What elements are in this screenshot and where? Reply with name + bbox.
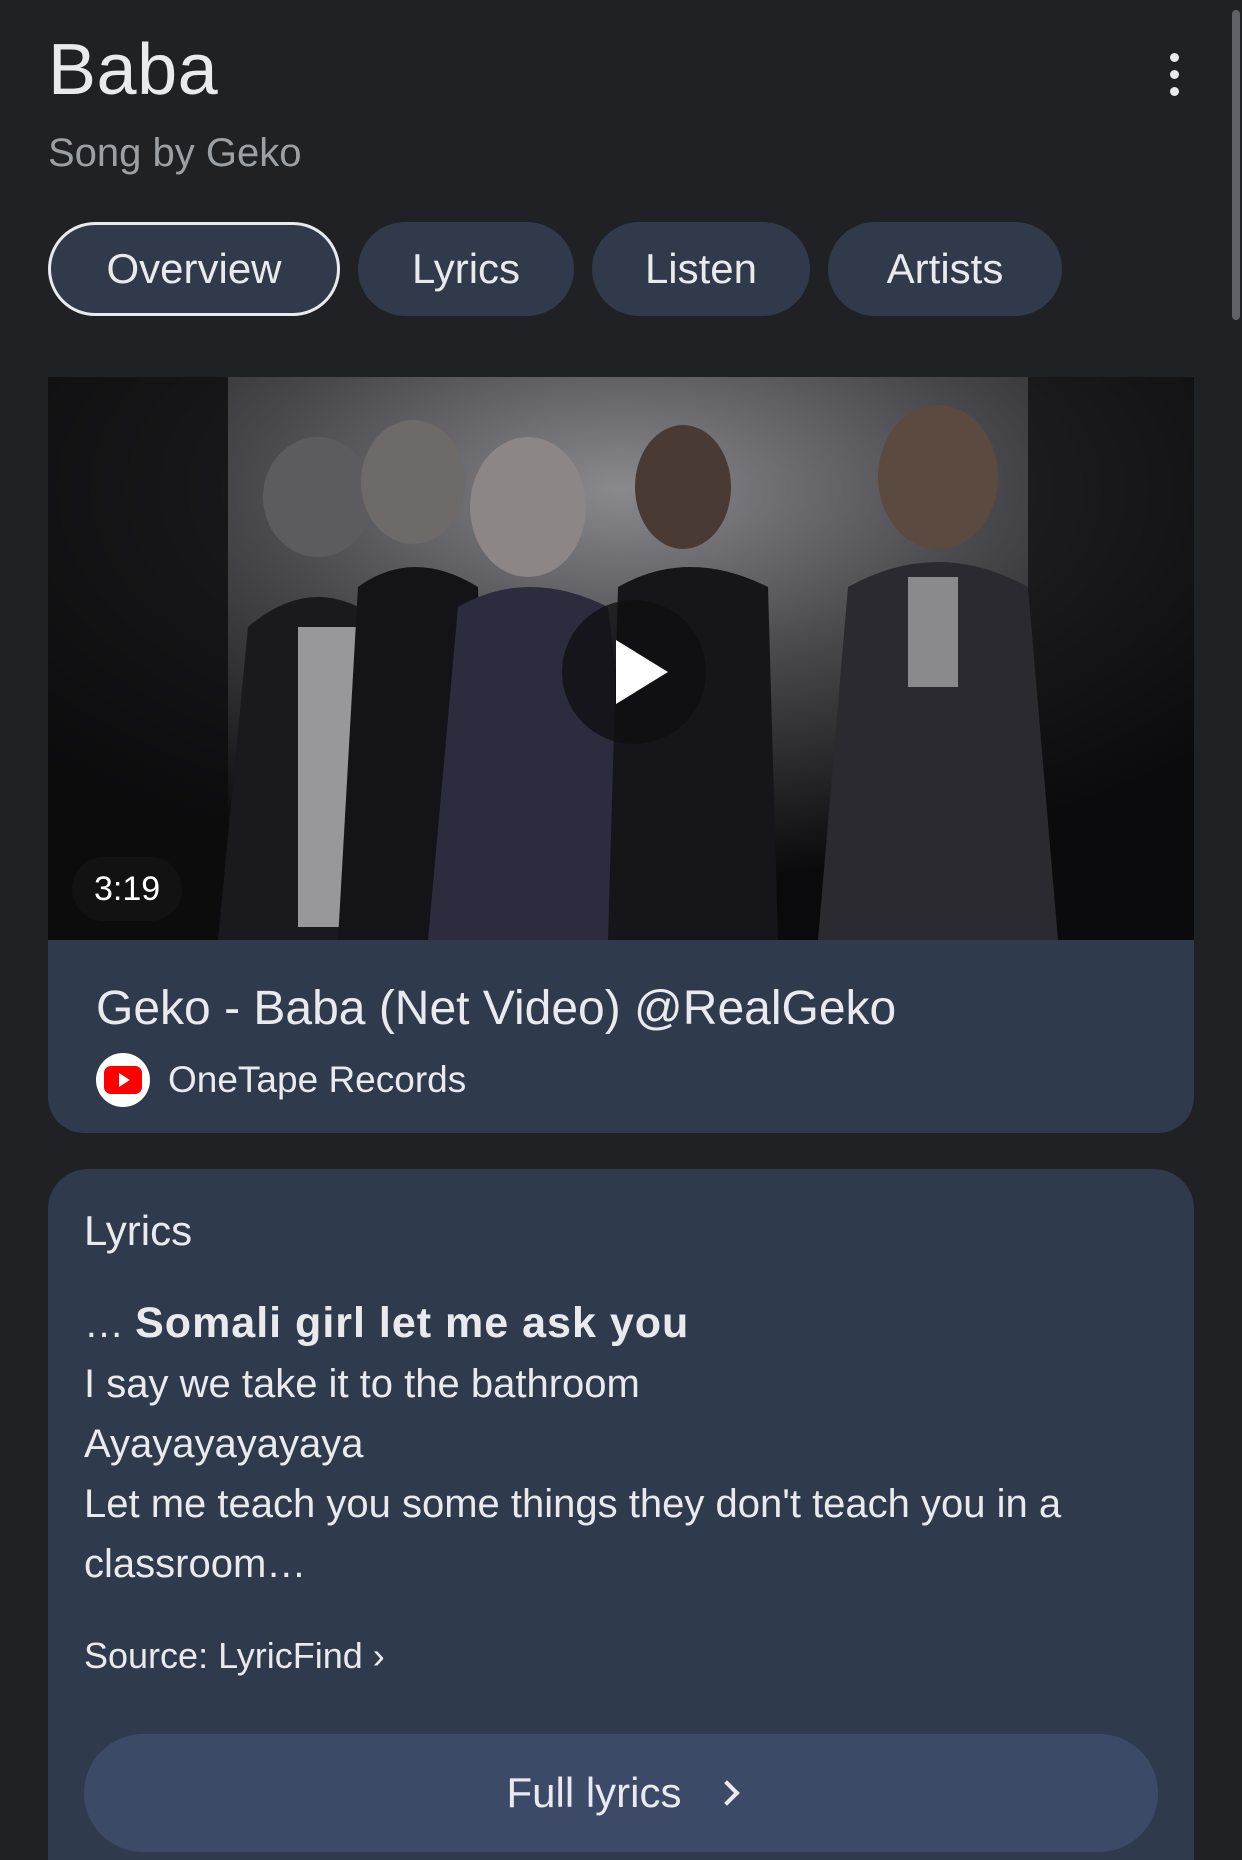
more-dot	[1169, 86, 1179, 96]
tab-label: Listen	[644, 245, 758, 292]
video-duration: 3:19	[72, 857, 183, 921]
play-triangle	[616, 640, 668, 704]
tab-label: Lyrics	[411, 245, 521, 292]
lyrics-line: I say we take it to the bathroom	[84, 1362, 640, 1406]
youtube-icon	[96, 1053, 150, 1107]
video-thumbnail[interactable]: 3:19	[48, 377, 1194, 940]
lyrics-line: Ayayayayayaya	[84, 1422, 364, 1466]
lyrics-heading: Lyrics	[84, 1207, 193, 1254]
page-subtitle: Song by Geko	[48, 131, 302, 175]
tab-label: Artists	[886, 245, 1004, 292]
more-dot	[1169, 52, 1179, 62]
video-title[interactable]: Geko - Baba (Net Video) @RealGeko	[96, 979, 896, 1039]
tab-overview[interactable]: Overview	[48, 222, 340, 316]
tab-bar: Overview Lyrics Listen Artists	[48, 222, 1062, 316]
lyrics-line-highlight: … Somali girl let me ask you	[84, 1293, 1164, 1354]
tab-lyrics[interactable]: Lyrics	[358, 222, 574, 316]
play-icon[interactable]	[562, 600, 706, 744]
channel-row: OneTape Records	[96, 1053, 466, 1107]
chevron-right-icon	[713, 1780, 740, 1806]
tab-listen[interactable]: Listen	[592, 222, 810, 316]
scrollbar[interactable]	[1230, 0, 1242, 1860]
lyrics-line: Let me teach you some things they don't …	[84, 1482, 1062, 1526]
lyrics-ellipsis: …	[84, 1302, 136, 1346]
lyrics-card: Lyrics … Somali girl let me ask you I sa…	[48, 1169, 1194, 1860]
tab-artists[interactable]: Artists	[828, 222, 1062, 316]
page: Baba Song by Geko Overview Lyrics Listen…	[0, 0, 1242, 1860]
channel-name: OneTape Records	[168, 1059, 467, 1100]
full-lyrics-label: Full lyrics	[506, 1769, 682, 1816]
tab-label: Overview	[106, 245, 282, 292]
lyrics-line: classroom…	[84, 1542, 307, 1586]
youtube-logo	[104, 1066, 142, 1094]
lyrics-highlight: Somali girl let me ask you	[135, 1299, 690, 1347]
full-lyrics-button[interactable]: Full lyrics	[84, 1734, 1158, 1852]
lyrics-source-link[interactable]: Source: LyricFind ›	[84, 1635, 385, 1677]
lyrics-snippet: … Somali girl let me ask you I say we ta…	[84, 1293, 1164, 1594]
more-dot	[1169, 69, 1179, 79]
video-card[interactable]: 3:19 Geko - Baba (Net Video) @RealGeko O…	[48, 377, 1194, 1133]
page-title: Baba	[48, 30, 219, 110]
scrollbar-thumb[interactable]	[1232, 10, 1240, 320]
more-vert-icon[interactable]	[1150, 46, 1198, 102]
